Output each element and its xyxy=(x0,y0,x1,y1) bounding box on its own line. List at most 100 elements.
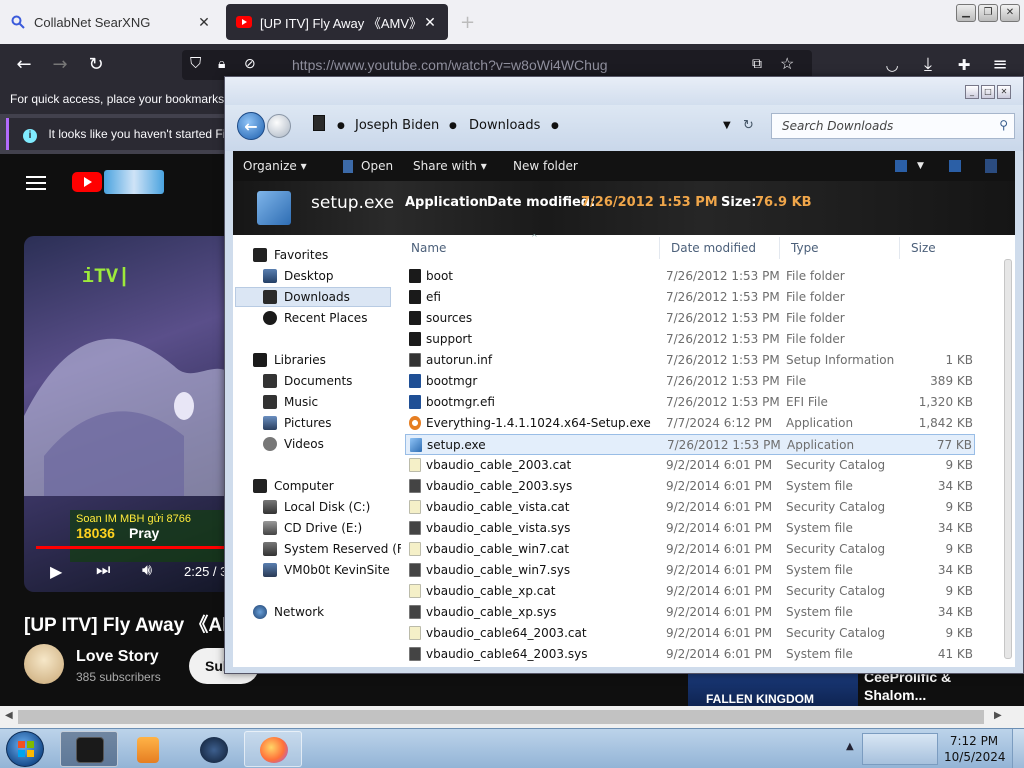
channel-name[interactable]: Love Story xyxy=(76,648,159,666)
reload-icon[interactable]: ↻ xyxy=(84,53,108,77)
nav-item-desktop[interactable]: Desktop xyxy=(263,266,334,286)
nav-item-vm0b0t-kevinsite[interactable]: VM0b0t KevinSite xyxy=(263,560,390,580)
column-header-date[interactable]: Date modified xyxy=(671,241,756,255)
video-player[interactable]: iTV| Soan IM MBH gửi 8766 18036 Pray ▶ ⏭… xyxy=(24,236,234,592)
breadcrumb-separator-icon[interactable]: ● xyxy=(551,121,559,131)
file-row[interactable]: vbaudio_cable_vista.cat 9/2/2014 6:01 PM S… xyxy=(405,497,975,518)
scroll-left-arrow-icon[interactable]: ◀ xyxy=(5,710,13,721)
column-divider[interactable] xyxy=(779,237,780,259)
scrollbar-thumb[interactable] xyxy=(1004,259,1012,659)
forward-arrow-icon[interactable] xyxy=(267,114,291,138)
nav-item-pictures[interactable]: Pictures xyxy=(263,413,332,433)
file-row[interactable]: bootmgr.efi 7/26/2012 1:53 PM EFI File 1,32… xyxy=(405,392,975,413)
tab-searxng[interactable]: CollabNet SearXNG ✕ xyxy=(0,0,222,44)
nav-item-local-disk-c[interactable]: Local Disk (C:) xyxy=(263,497,370,517)
file-row[interactable]: vbaudio_cable64_2003.sys 9/2/2014 6:01 PM… xyxy=(405,644,975,665)
related-video-thumbnail[interactable]: FALLEN KINGDOM xyxy=(688,672,858,706)
address-bar[interactable]: ● Joseph Biden ● Downloads ● ▼ ↻ xyxy=(299,113,759,139)
column-header-size[interactable]: Size xyxy=(911,241,936,255)
channel-avatar[interactable] xyxy=(24,644,64,684)
tracking-shield-icon[interactable]: ⛉ xyxy=(190,55,201,72)
next-video-icon[interactable]: ⏭ xyxy=(96,562,110,580)
play-icon[interactable]: ▶ xyxy=(50,562,62,582)
back-arrow-icon[interactable]: ← xyxy=(237,112,265,140)
file-row[interactable]: vbaudio_cable_2003.sys 9/2/2014 6:01 PM Sy… xyxy=(405,476,975,497)
menu-hamburger-icon[interactable]: ≡ xyxy=(988,53,1012,77)
open-button[interactable]: Open xyxy=(343,159,393,173)
youtube-doodle-logo[interactable] xyxy=(104,170,164,194)
taskbar-vm-app[interactable] xyxy=(184,731,242,767)
permissions-icon[interactable]: ⊘ xyxy=(244,55,256,72)
nav-item-videos[interactable]: Videos xyxy=(263,434,324,454)
restore-window-icon[interactable]: ❐ xyxy=(978,4,998,22)
address-history-dropdown-icon[interactable]: ▼ xyxy=(723,120,731,131)
column-header-type[interactable]: Type xyxy=(791,241,819,255)
close-window-icon[interactable]: ✕ xyxy=(997,85,1011,99)
file-row[interactable]: setup.exe 7/26/2012 1:53 PM Application 77 … xyxy=(405,434,975,455)
help-icon[interactable] xyxy=(985,159,997,173)
view-options-dropdown-icon[interactable]: ▼ xyxy=(917,161,924,171)
forward-arrow-icon[interactable]: → xyxy=(48,53,72,77)
file-row[interactable]: vbaudio_cable_win7.sys 9/2/2014 6:01 PM Sy… xyxy=(405,560,975,581)
scroll-right-arrow-icon[interactable]: ▶ xyxy=(994,710,1002,721)
nav-item-cd-drive-e[interactable]: CD Drive (E:) xyxy=(263,518,362,538)
file-row[interactable]: vbaudio_cable64_2003.cat 9/2/2014 6:01 PM… xyxy=(405,623,975,644)
close-tab-icon[interactable]: ✕ xyxy=(196,14,212,31)
nav-item-music[interactable]: Music xyxy=(263,392,318,412)
breadcrumb-separator-icon[interactable]: ● xyxy=(337,121,345,131)
system-clock[interactable]: 7:12 PM 10/5/2024 xyxy=(944,733,1006,765)
bookmark-star-icon[interactable]: ☆ xyxy=(780,54,794,74)
lock-icon[interactable]: 🔒︎ xyxy=(218,55,225,72)
video-progress-bar[interactable] xyxy=(36,546,234,549)
file-row[interactable]: Everything-1.4.1.1024.x64-Setup.exe 7/7/2… xyxy=(405,413,975,434)
file-row[interactable]: autorun.inf 7/26/2012 1:53 PM Setup Inform… xyxy=(405,350,975,371)
breadcrumb-downloads[interactable]: Downloads xyxy=(469,118,540,133)
new-tab-plus-icon[interactable]: + xyxy=(460,12,475,33)
preview-pane-icon[interactable] xyxy=(949,160,961,172)
taskbar-media-player[interactable] xyxy=(120,731,178,767)
file-row[interactable]: vbaudio_cable_2003.cat 9/2/2014 6:01 PM Se… xyxy=(405,455,975,476)
new-folder-button[interactable]: New folder xyxy=(513,159,578,173)
tab-youtube-active[interactable]: [UP ITV] Fly Away 《AMV》- Y ✕ xyxy=(226,4,448,40)
nav-item-libraries[interactable]: Libraries xyxy=(253,350,326,370)
start-button[interactable] xyxy=(6,731,44,767)
close-window-icon[interactable]: ✕ xyxy=(1000,4,1020,22)
pocket-icon[interactable]: ◡ xyxy=(880,53,904,77)
nav-item-recent-places[interactable]: Recent Places xyxy=(263,308,367,328)
file-row[interactable]: boot 7/26/2012 1:53 PM File folder xyxy=(405,266,975,287)
change-view-icon[interactable] xyxy=(895,160,907,172)
taskbar-explorer[interactable] xyxy=(60,731,118,767)
file-row[interactable]: bootmgr 7/26/2012 1:53 PM File 389 KB xyxy=(405,371,975,392)
scrollbar-thumb[interactable] xyxy=(18,710,984,724)
taskbar-firefox[interactable] xyxy=(244,731,302,767)
breadcrumb-separator-icon[interactable]: ● xyxy=(449,121,457,131)
volume-icon[interactable]: 🔊︎ xyxy=(142,562,152,580)
breadcrumb-user[interactable]: Joseph Biden xyxy=(355,118,439,133)
picture-in-picture-icon[interactable]: ⧉ xyxy=(752,55,762,72)
extensions-icon[interactable]: ✚ xyxy=(952,53,976,77)
column-divider[interactable] xyxy=(899,237,900,259)
maximize-window-icon[interactable]: □ xyxy=(981,85,995,99)
minimize-window-icon[interactable]: ▁ xyxy=(956,4,976,22)
file-list-scrollbar[interactable] xyxy=(1003,249,1013,659)
tray-app-preview[interactable] xyxy=(862,733,938,765)
youtube-menu-icon[interactable] xyxy=(26,176,46,190)
close-tab-icon[interactable]: ✕ xyxy=(422,14,438,31)
back-arrow-icon[interactable]: ← xyxy=(12,53,36,77)
nav-item-computer[interactable]: Computer xyxy=(253,476,334,496)
show-desktop-button[interactable] xyxy=(1012,729,1024,768)
nav-item-network[interactable]: Network xyxy=(253,602,324,622)
downloads-icon[interactable]: ⤓ xyxy=(916,53,940,77)
youtube-logo-icon[interactable] xyxy=(72,172,102,192)
show-hidden-icons-arrow-icon[interactable]: ▲ xyxy=(846,741,854,752)
file-row[interactable]: vbaudio_cable_vista.sys 9/2/2014 6:01 PM S… xyxy=(405,518,975,539)
nav-item-favorites[interactable]: Favorites xyxy=(253,245,328,265)
file-row[interactable]: efi 7/26/2012 1:53 PM File folder xyxy=(405,287,975,308)
file-row[interactable]: vbaudio_cable_xp.cat 9/2/2014 6:01 PM Secu… xyxy=(405,581,975,602)
explorer-title-bar[interactable]: _ □ ✕ xyxy=(225,77,1023,105)
file-row[interactable]: vbaudio_cable_xp.sys 9/2/2014 6:01 PM Syst… xyxy=(405,602,975,623)
minimize-window-icon[interactable]: _ xyxy=(965,85,979,99)
file-row[interactable]: sources 7/26/2012 1:53 PM File folder xyxy=(405,308,975,329)
search-icon[interactable]: ⚲ xyxy=(999,118,1008,132)
nav-item-documents[interactable]: Documents xyxy=(263,371,352,391)
